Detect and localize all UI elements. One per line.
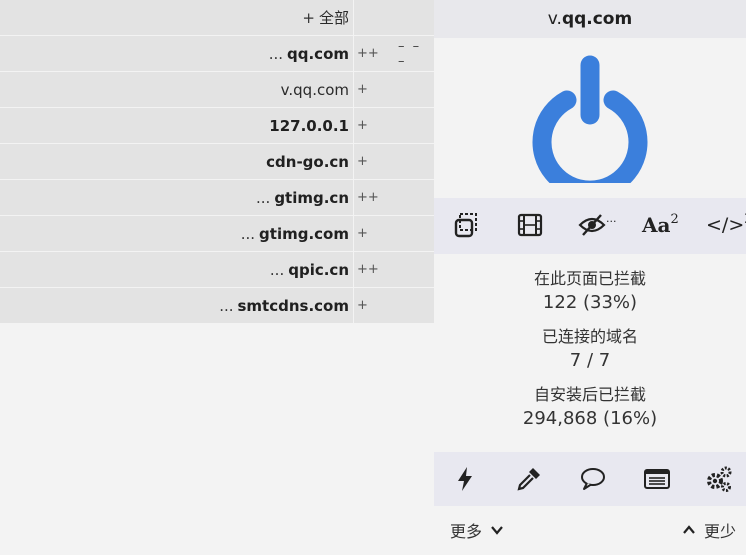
more-button[interactable]: 更多 — [450, 518, 504, 542]
font-blocker-button[interactable]: Aa 2 — [642, 210, 679, 240]
speech-bubble-icon — [581, 468, 605, 490]
request-count-mark: + — [357, 154, 368, 169]
firewall-host-cell[interactable]: ... smtcdns.com — [0, 288, 354, 323]
request-count-mark: + — [357, 298, 368, 313]
total-blocked-value: 294,868 (16%) — [522, 408, 658, 429]
firewall-row[interactable]: v.qq.com + — [0, 72, 434, 108]
firewall-pane: + 全部... qq.com ++ – – – v.qq.com +127.0.0.1 + cd… — [0, 0, 434, 324]
host-prefix: ... — [240, 224, 256, 243]
stats: 在此页面已拦截 122 (33%) 已连接的域名 7 / 7 自安装后已拦截 2… — [434, 254, 746, 432]
popup-footer: 更多 更少 — [434, 506, 746, 555]
request-count-mark: + — [357, 226, 368, 241]
hostname-main: qq.com — [561, 9, 633, 29]
request-count-mark: ++ — [357, 262, 379, 277]
chevron-up-icon — [683, 525, 695, 534]
firewall-row[interactable]: cdn-go.cn + — [0, 144, 434, 180]
popup-icon — [454, 213, 477, 238]
firewall-host-cell[interactable]: ... qq.com — [0, 36, 354, 71]
page-hostname: v. qq.com — [434, 0, 746, 38]
power-area — [434, 38, 746, 198]
eyedropper-icon — [517, 468, 540, 491]
firewall-row[interactable]: ... qq.com ++ – – – — [0, 36, 434, 72]
script-icon: </> — [706, 214, 745, 236]
film-icon — [517, 213, 543, 237]
host-name: 全部 — [318, 9, 349, 27]
domains-label: 已连接的域名 — [541, 327, 638, 346]
domains-value: 7 / 7 — [569, 350, 611, 371]
picker-button[interactable] — [514, 464, 544, 494]
page-blocked-label: 在此页面已拦截 — [533, 269, 646, 288]
host-prefix: ... — [256, 188, 271, 207]
font-icon: Aa — [642, 213, 671, 237]
firewall-row[interactable]: ... qpic.cn ++ — [0, 252, 434, 288]
tools-bar — [434, 452, 746, 506]
popup-blocker-button[interactable] — [452, 210, 480, 240]
firewall-host-cell[interactable]: ... gtimg.cn — [0, 180, 354, 215]
rule-cell[interactable]: – – – — [398, 36, 434, 71]
dashboard-button[interactable] — [704, 464, 734, 494]
hostname-prefix: v. — [547, 9, 562, 29]
firewall-host-cell[interactable]: 127.0.0.1 — [0, 108, 354, 143]
gears-icon — [707, 466, 732, 492]
host-prefix: ... — [268, 44, 283, 63]
firewall-row[interactable]: + 全部 — [0, 0, 434, 36]
zapper-button[interactable] — [450, 464, 480, 494]
logger-icon — [644, 469, 670, 489]
firewall-host-cell[interactable]: cdn-go.cn — [0, 144, 354, 179]
firewall-host-cell[interactable]: ... qpic.cn — [0, 252, 354, 287]
firewall-row[interactable]: ... smtcdns.com + — [0, 288, 434, 324]
firewall-row[interactable]: 127.0.0.1 + — [0, 108, 434, 144]
per-site-switches: ... Aa2 </>28 — [434, 198, 746, 254]
host-prefix: + — [302, 8, 315, 27]
host-name: gtimg.cn — [274, 188, 349, 207]
host-name: qpic.cn — [288, 260, 349, 279]
request-count-mark: + — [357, 118, 368, 133]
request-count-mark: ++ — [357, 46, 379, 61]
font-count: 2 — [670, 211, 679, 227]
power-switch-icon[interactable] — [530, 53, 650, 183]
page-blocked-value: 122 (33%) — [542, 292, 638, 313]
cosmetic-count: ... — [606, 211, 617, 225]
more-label: 更多 — [450, 522, 483, 541]
host-name: cdn-go.cn — [266, 152, 349, 171]
host-name: v.qq.com — [280, 80, 349, 99]
less-button[interactable]: 更少 — [682, 518, 736, 542]
request-count-mark: ++ — [357, 190, 379, 205]
chevron-down-icon — [491, 526, 503, 535]
host-name: qq.com — [287, 44, 349, 63]
firewall-row[interactable]: ... gtimg.cn ++ — [0, 180, 434, 216]
cosmetic-filter-button[interactable]: ... — [578, 210, 617, 240]
host-name: 127.0.0.1 — [269, 116, 349, 135]
lightning-icon — [458, 467, 472, 491]
firewall-row[interactable]: ... gtimg.com + — [0, 216, 434, 252]
request-count-mark: + — [357, 82, 368, 97]
host-name: smtcdns.com — [237, 296, 350, 315]
host-prefix: ... — [269, 260, 285, 279]
firewall-host-cell[interactable]: + 全部 — [0, 0, 354, 35]
total-blocked-label: 自安装后已拦截 — [533, 385, 646, 404]
report-button[interactable] — [578, 464, 608, 494]
eye-slash-icon — [578, 214, 606, 236]
script-blocker-button[interactable]: </>28 — [706, 210, 746, 240]
firewall-host-cell[interactable]: ... gtimg.com — [0, 216, 354, 251]
host-name: gtimg.com — [259, 224, 349, 243]
less-label: 更少 — [703, 522, 736, 541]
host-prefix: ... — [219, 296, 234, 315]
firewall-host-cell[interactable]: v.qq.com — [0, 72, 354, 107]
logger-button[interactable] — [642, 464, 672, 494]
media-blocker-button[interactable] — [516, 210, 544, 240]
popup-panel: v. qq.com ... Aa 2 </> 在此页面已拦截 122 (33%)… — [434, 0, 746, 555]
